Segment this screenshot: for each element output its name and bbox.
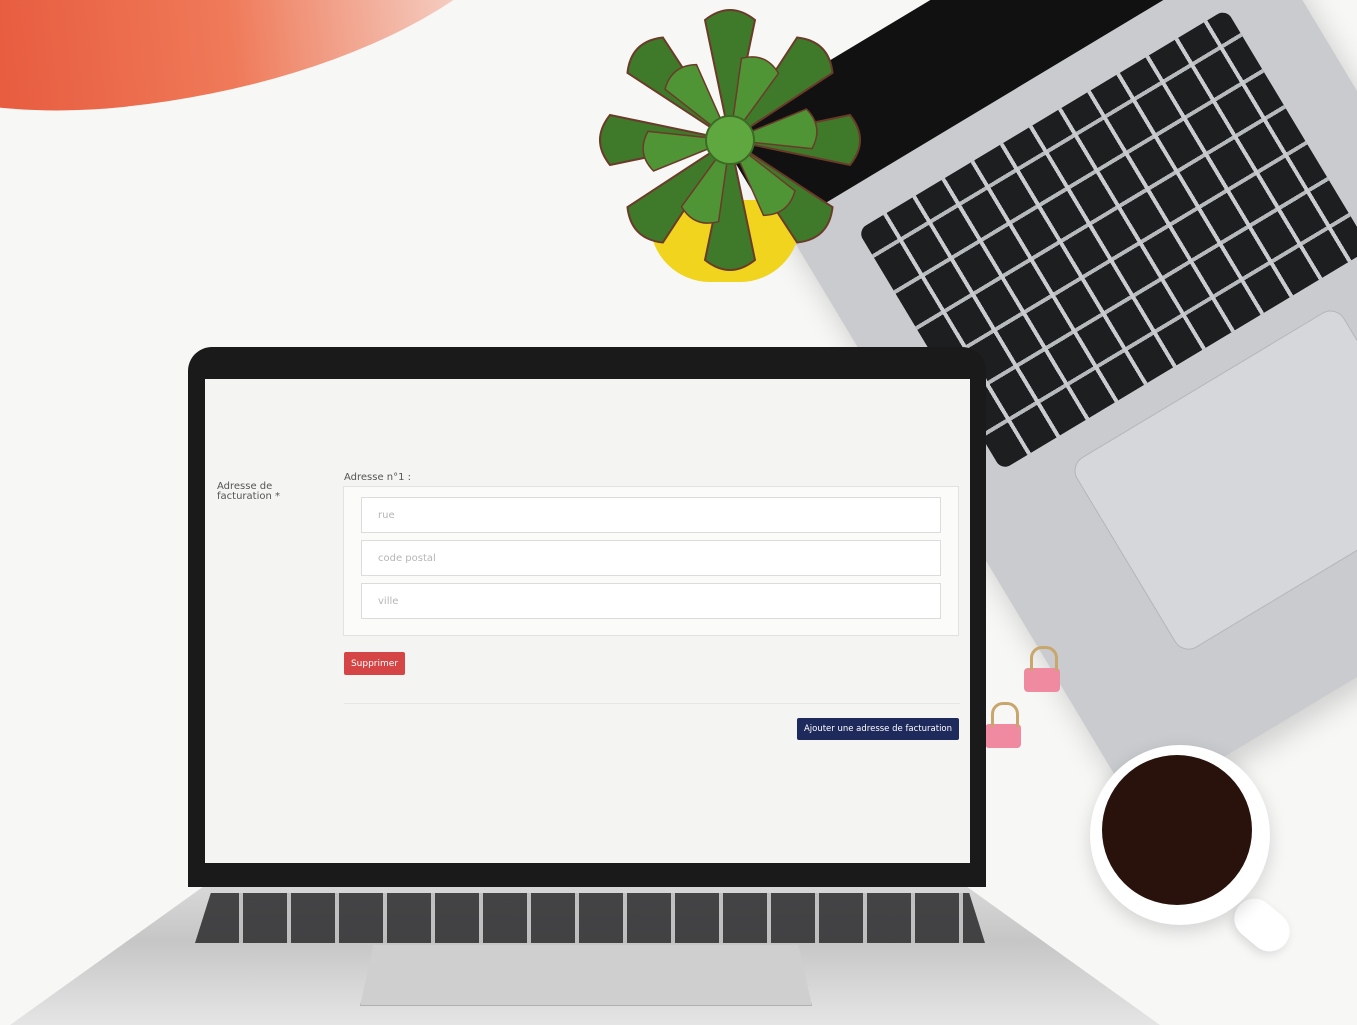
street-input[interactable] xyxy=(361,497,941,533)
delete-address-button[interactable]: Supprimer xyxy=(344,652,405,675)
section-divider xyxy=(344,703,960,704)
coffee-cup-image xyxy=(1090,745,1270,925)
postal-code-input[interactable] xyxy=(361,540,941,576)
billing-address-label: Adresse de facturation * xyxy=(217,481,280,502)
succulent-plant-image xyxy=(599,9,861,271)
laptop-keyboard-image xyxy=(195,893,985,943)
laptop-trackpad-image xyxy=(360,945,812,1006)
binder-clip-image xyxy=(1024,646,1060,692)
city-input[interactable] xyxy=(361,583,941,619)
add-billing-address-button[interactable]: Ajouter une adresse de facturation xyxy=(797,718,959,740)
address-number-title: Adresse n°1 : xyxy=(344,472,412,483)
decorative-swoosh xyxy=(0,0,577,139)
laptop-screen: Adresse de facturation * Adresse n°1 : S… xyxy=(205,379,970,863)
address-fieldset xyxy=(343,486,959,636)
binder-clip-image xyxy=(985,702,1021,748)
